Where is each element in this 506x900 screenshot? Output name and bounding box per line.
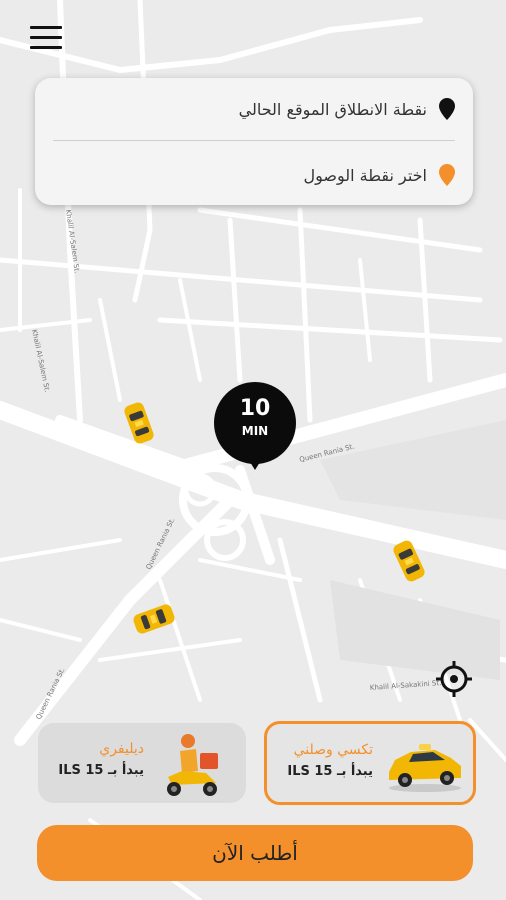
- service-price-taxi: يبدأ بـ ILS 15: [287, 764, 373, 779]
- service-text-taxi: تكسي وصلني يبدأ بـ ILS 15: [287, 742, 373, 779]
- divider: [53, 140, 455, 141]
- hamburger-menu-icon[interactable]: [30, 26, 62, 54]
- orange-location-pin-icon: [439, 164, 455, 186]
- route-card: نقطة الانطلاق الموقع الحالي اختر نقطة ال…: [35, 78, 473, 205]
- destination-field[interactable]: اختر نقطة الوصول: [53, 150, 455, 200]
- taxi-car-icon: [389, 744, 461, 792]
- pickup-label: نقطة الانطلاق الموقع الحالي: [238, 99, 427, 119]
- crosshair-locate-icon[interactable]: [436, 661, 472, 697]
- service-name-delivery: ديليفري: [99, 741, 144, 757]
- eta-marker: 10 MIN: [214, 382, 296, 474]
- black-location-pin-icon: [439, 98, 455, 120]
- pickup-field[interactable]: نقطة الانطلاق الموقع الحالي: [53, 84, 455, 134]
- service-text-delivery: ديليفري يبدأ بـ ILS 15: [58, 741, 144, 778]
- destination-label: اختر نقطة الوصول: [303, 165, 427, 185]
- eta-value: 10: [239, 396, 271, 421]
- eta-unit: MIN: [241, 424, 269, 438]
- service-price-delivery: يبدأ بـ ILS 15: [58, 763, 144, 778]
- ride-app-screen: Queen Rania St. Khalil Al-Salem St. Khal…: [0, 0, 506, 900]
- service-name-taxi: تكسي وصلني: [293, 742, 373, 758]
- service-card-taxi[interactable]: تكسي وصلني يبدأ بـ ILS 15: [264, 721, 476, 805]
- order-now-button[interactable]: أطلب الآن: [37, 825, 473, 881]
- eta-bubble: 10 MIN: [214, 382, 296, 464]
- delivery-scooter-icon: [167, 734, 218, 796]
- service-card-delivery[interactable]: ديليفري يبدأ بـ ILS 15: [38, 723, 246, 803]
- eta-pointer: [245, 454, 265, 470]
